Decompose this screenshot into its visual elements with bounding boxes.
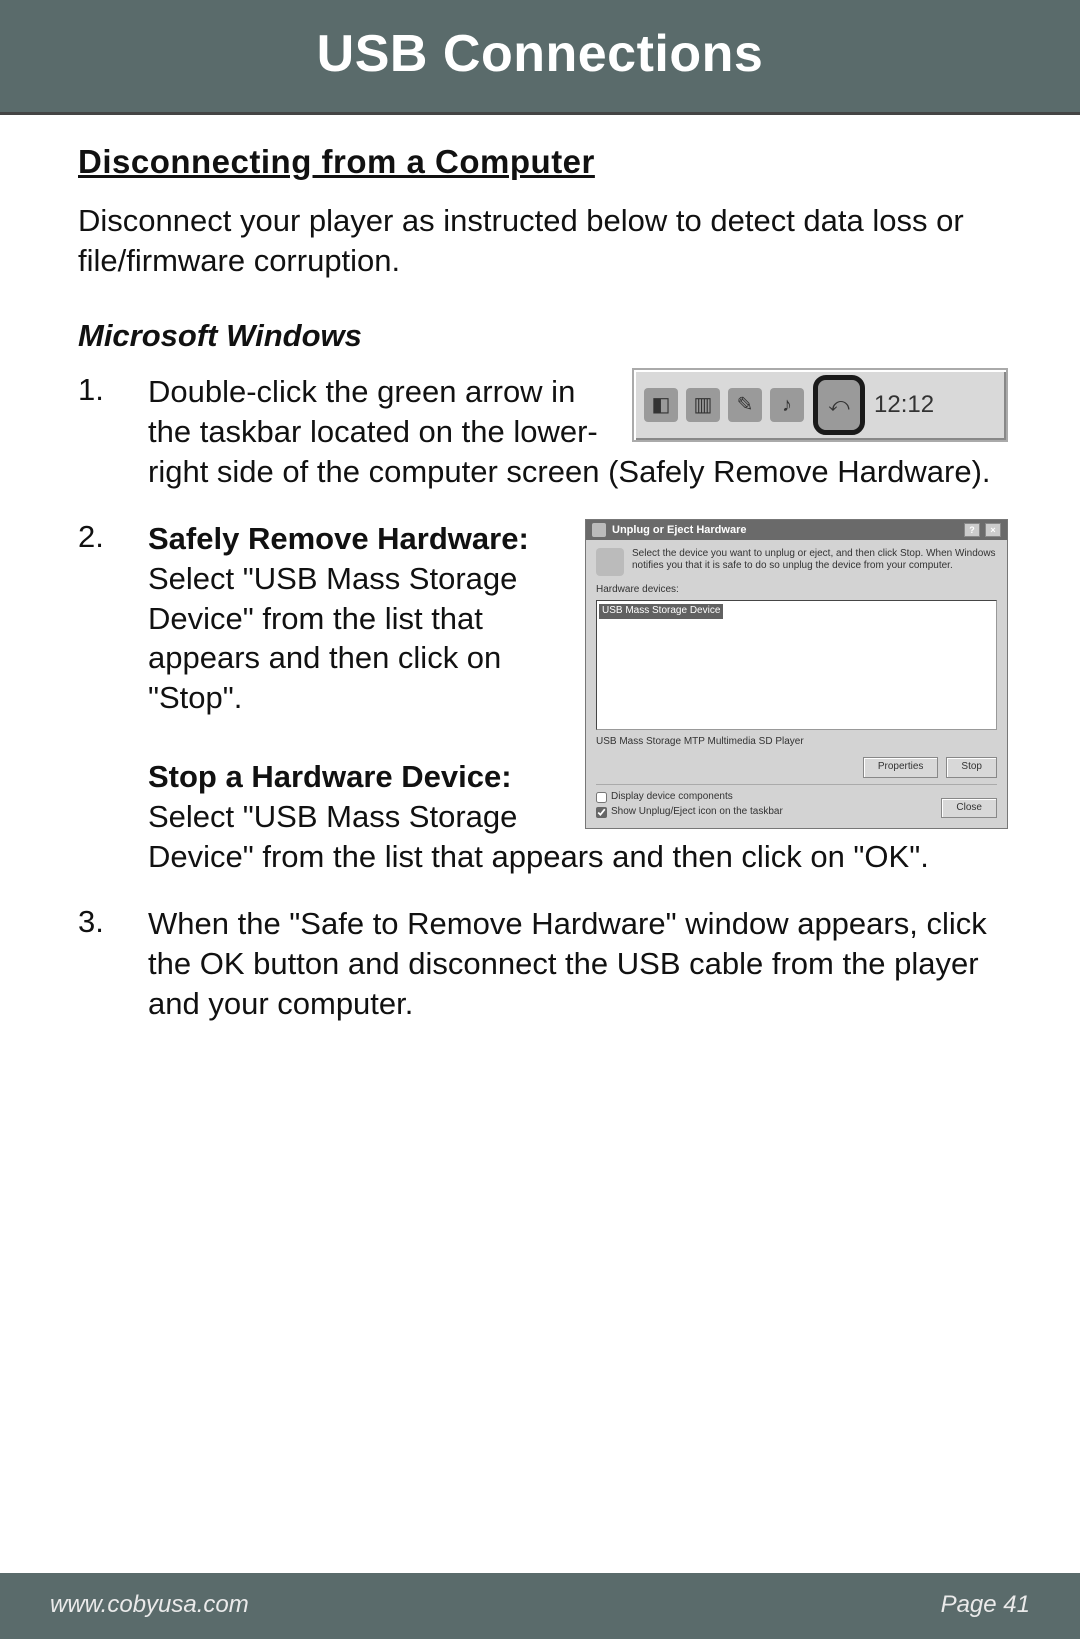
step-1-number: 1.: [78, 372, 148, 408]
step-3-text: When the "Safe to Remove Hardware" windo…: [148, 904, 1008, 1023]
dialog-titlebar: Unplug or Eject Hardware ? ×: [586, 520, 1007, 540]
step-3: 3. When the "Safe to Remove Hardware" wi…: [78, 904, 1008, 1023]
page-content: Disconnecting from a Computer Disconnect…: [0, 115, 1080, 1573]
window-controls: ? ×: [962, 523, 1001, 537]
stop-button[interactable]: Stop: [946, 757, 997, 778]
device-status: USB Mass Storage MTP Multimedia SD Playe…: [596, 736, 997, 749]
page-header: USB Connections: [0, 0, 1080, 115]
close-dialog-button[interactable]: Close: [941, 798, 997, 819]
dialog-title-icon: [592, 523, 606, 537]
tray-icon-volume: ♪: [770, 388, 804, 422]
os-subheading: Microsoft Windows: [78, 318, 1008, 354]
intro-paragraph: Disconnect your player as instructed bel…: [78, 201, 1008, 280]
taskbar-screenshot: ◧ ▥ ✎ ♪ ⤺ 12:12: [632, 368, 1008, 442]
system-tray: ◧ ▥ ✎ ♪ ⤺ 12:12: [632, 368, 1008, 442]
dialog-screenshot: Unplug or Eject Hardware ? × Select the …: [585, 519, 1008, 829]
checkbox-1[interactable]: [596, 792, 607, 803]
dialog-description: Select the device you want to unplug or …: [632, 548, 997, 576]
step-2: 2. Unplug or Eject Hardware ? ×: [78, 519, 1008, 876]
step-2-heading-2: Stop a Hardware Device:: [148, 759, 512, 794]
tray-icon-pen: ✎: [728, 388, 762, 422]
help-button[interactable]: ?: [964, 523, 980, 537]
section-heading: Disconnecting from a Computer: [78, 143, 1008, 181]
properties-button[interactable]: Properties: [863, 757, 939, 778]
list-item[interactable]: USB Mass Storage Device: [599, 604, 723, 619]
page-title: USB Connections: [0, 24, 1080, 84]
footer-page: Page 41: [941, 1591, 1030, 1619]
close-button[interactable]: ×: [985, 523, 1001, 537]
dialog-title-text: Unplug or Eject Hardware: [612, 523, 746, 537]
footer-url: www.cobyusa.com: [50, 1591, 249, 1619]
dialog-info-icon: [596, 548, 624, 576]
step-2-body: Unplug or Eject Hardware ? × Select the …: [148, 519, 1008, 876]
step-2-text-1: Select "USB Mass Storage Device" from th…: [148, 561, 517, 715]
checkbox-2[interactable]: [596, 807, 607, 818]
safely-remove-dialog: Unplug or Eject Hardware ? × Select the …: [585, 519, 1008, 829]
safely-remove-icon: ⤺: [818, 380, 860, 430]
hardware-list[interactable]: USB Mass Storage Device: [596, 600, 997, 730]
step-1: 1. ◧ ▥ ✎ ♪ ⤺ 12:12 Double-click the gree…: [78, 372, 1008, 491]
show-icon-checkbox[interactable]: Show Unplug/Eject icon on the taskbar: [596, 806, 783, 819]
display-components-checkbox[interactable]: Display device components: [596, 791, 783, 804]
step-1-body: ◧ ▥ ✎ ♪ ⤺ 12:12 Double-click the green a…: [148, 372, 1008, 491]
tray-icon-display: ▥: [686, 388, 720, 422]
tray-clock: 12:12: [874, 390, 934, 421]
step-2-heading-1: Safely Remove Hardware:: [148, 521, 529, 556]
step-2-number: 2.: [78, 519, 148, 555]
tray-icon-network: ◧: [644, 388, 678, 422]
devices-label: Hardware devices:: [596, 584, 997, 597]
page-footer: www.cobyusa.com Page 41: [0, 1573, 1080, 1639]
step-3-number: 3.: [78, 904, 148, 940]
